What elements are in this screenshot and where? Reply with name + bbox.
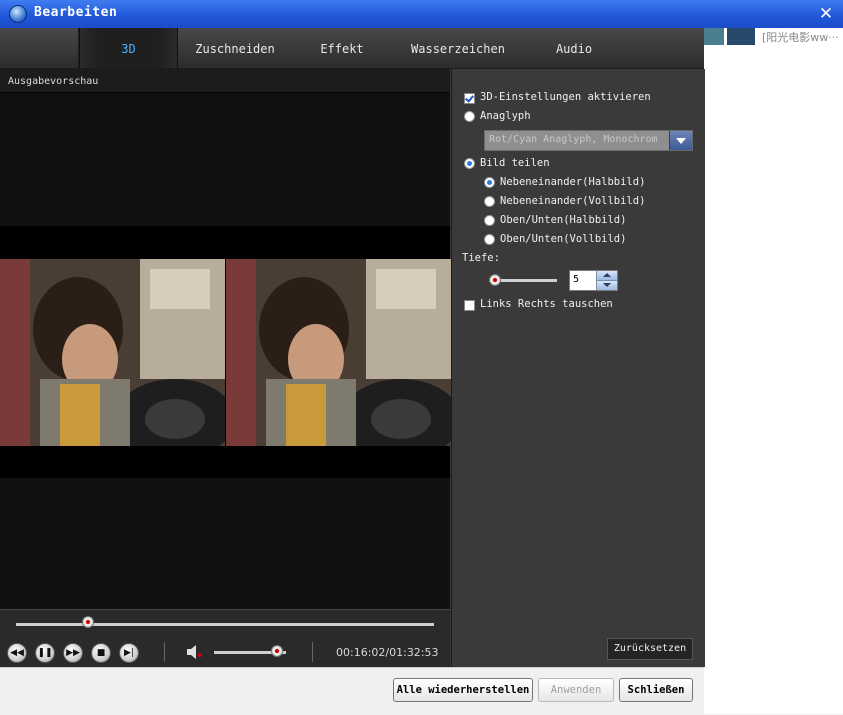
split-option-label: Oben/Unten(Halbbild) bbox=[500, 214, 627, 226]
split-image-label: Bild teilen bbox=[480, 157, 550, 169]
speaker-icon[interactable] bbox=[186, 644, 204, 660]
seek-track[interactable] bbox=[16, 623, 434, 626]
video-frame-left bbox=[0, 259, 225, 446]
playback-controls: ◀◀ ❚❚ ▶▶ ■ ▶| 00:16:02/01:32:53 bbox=[0, 637, 450, 667]
anaglyph-select[interactable]: Rot/Cyan Anaglyph, Monochrom bbox=[484, 130, 693, 151]
split-option-radio[interactable] bbox=[484, 215, 495, 226]
seek-bar-area bbox=[0, 609, 450, 638]
anaglyph-label: Anaglyph bbox=[480, 110, 531, 122]
close-button[interactable]: Schließen bbox=[619, 678, 693, 702]
volume-handle[interactable] bbox=[270, 645, 283, 657]
preview-panel: Ausgabevorschau ◀◀ ❚❚ ▶▶ ■ ▶| 00:16:02/0… bbox=[0, 69, 451, 667]
depth-slider-handle[interactable] bbox=[489, 274, 501, 286]
split-option-radio[interactable] bbox=[484, 196, 495, 207]
dialog-footer: Alle wiederherstellen Anwenden Schließen bbox=[0, 667, 704, 715]
background-thumbnail bbox=[704, 28, 724, 45]
swap-left-right-checkbox[interactable] bbox=[464, 300, 475, 311]
tab-effect[interactable]: Effekt bbox=[294, 28, 390, 68]
video-preview bbox=[0, 226, 451, 478]
title-bar: Bearbeiten ✕ bbox=[0, 0, 843, 28]
tab-bar: 3D Zuschneiden Effekt Wasserzeichen Audi… bbox=[0, 28, 704, 69]
tab-3d[interactable]: 3D bbox=[79, 28, 178, 68]
split-option-label: Oben/Unten(Vollbild) bbox=[500, 233, 627, 245]
swap-left-right-label: Links Rechts tauschen bbox=[480, 298, 613, 310]
split-option-label: Nebeneinander(Halbbild) bbox=[500, 176, 646, 188]
chevron-down-icon[interactable] bbox=[669, 131, 692, 150]
background-app-text: [阳光电影ww··· bbox=[762, 31, 839, 44]
spin-up-icon[interactable] bbox=[596, 271, 617, 281]
spin-down-icon[interactable] bbox=[596, 281, 617, 290]
time-display: 00:16:02/01:32:53 bbox=[336, 646, 439, 659]
split-option-radio[interactable] bbox=[484, 177, 495, 188]
tab-audio[interactable]: Audio bbox=[526, 28, 622, 68]
background-thumbnail bbox=[727, 28, 755, 45]
divider bbox=[164, 642, 165, 662]
divider bbox=[312, 642, 313, 662]
depth-spinbox[interactable]: 5 bbox=[569, 270, 618, 291]
background-app-strip: [阳光电影ww··· bbox=[704, 28, 843, 714]
tab-watermark[interactable]: Wasserzeichen bbox=[390, 28, 526, 68]
split-option-radio[interactable] bbox=[484, 234, 495, 245]
depth-value: 5 bbox=[573, 274, 580, 285]
pause-icon[interactable]: ❚❚ bbox=[35, 643, 55, 663]
preview-label: Ausgabevorschau bbox=[0, 69, 450, 93]
stop-icon[interactable]: ■ bbox=[91, 643, 111, 663]
fast-forward-icon[interactable]: ▶▶ bbox=[63, 643, 83, 663]
reset-button[interactable]: Zurücksetzen bbox=[607, 638, 693, 660]
apply-button[interactable]: Anwenden bbox=[538, 678, 614, 702]
enable-3d-checkbox[interactable] bbox=[464, 93, 475, 104]
window-title: Bearbeiten bbox=[34, 5, 118, 20]
split-image-radio[interactable] bbox=[464, 158, 475, 169]
tab-crop[interactable]: Zuschneiden bbox=[176, 28, 294, 68]
3d-settings-panel: 3D-Einstellungen aktivieren Anaglyph Rot… bbox=[451, 69, 705, 667]
seek-handle[interactable] bbox=[82, 616, 95, 628]
restore-all-button[interactable]: Alle wiederherstellen bbox=[393, 678, 533, 702]
split-option-label: Nebeneinander(Vollbild) bbox=[500, 195, 646, 207]
anaglyph-select-value: Rot/Cyan Anaglyph, Monochrom bbox=[489, 134, 658, 145]
video-frame-right bbox=[226, 259, 451, 446]
enable-3d-label: 3D-Einstellungen aktivieren bbox=[480, 91, 651, 103]
rewind-icon[interactable]: ◀◀ bbox=[7, 643, 27, 663]
app-icon bbox=[9, 5, 27, 23]
close-icon[interactable]: ✕ bbox=[816, 5, 836, 23]
anaglyph-radio[interactable] bbox=[464, 111, 475, 122]
depth-label: Tiefe: bbox=[462, 252, 500, 264]
next-frame-icon[interactable]: ▶| bbox=[119, 643, 139, 663]
